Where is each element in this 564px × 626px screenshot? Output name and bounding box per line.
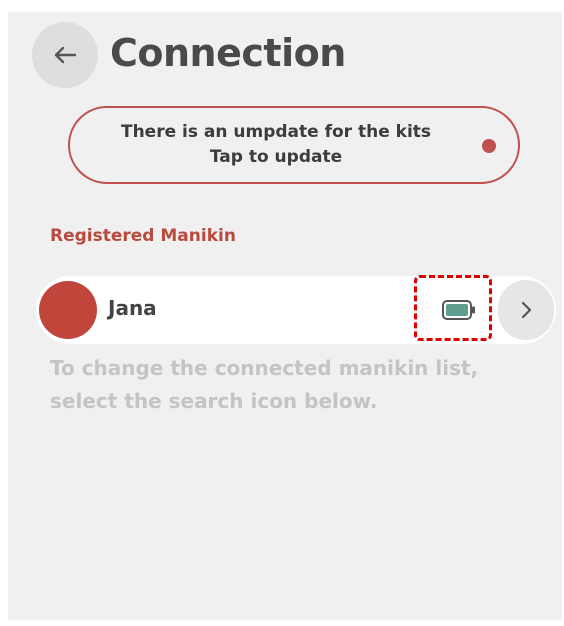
manikin-avatar <box>39 281 97 339</box>
notification-dot-icon <box>482 139 496 153</box>
manikin-name: Jana <box>108 296 157 320</box>
update-banner[interactable]: There is an umpdate for the kits Tap to … <box>68 106 520 184</box>
hint-line2: select the search icon below. <box>50 389 378 413</box>
registered-manikin-label: Registered Manikin <box>50 226 236 246</box>
update-message: There is an umpdate for the kits Tap to … <box>70 120 482 170</box>
back-button[interactable] <box>32 22 98 88</box>
battery-icon <box>442 300 475 320</box>
connection-screen: Connection There is an umpdate for the k… <box>8 12 562 620</box>
hint-text: To change the connected manikin list, se… <box>50 352 478 418</box>
manikin-detail-button[interactable] <box>498 280 554 340</box>
arrow-left-icon <box>54 46 77 64</box>
update-message-line1: There is an umpdate for the kits <box>120 122 432 142</box>
manikin-list-item[interactable]: Jana <box>36 275 556 344</box>
chevron-right-icon <box>521 301 532 319</box>
hint-line1: To change the connected manikin list, <box>50 356 479 380</box>
page-title: Connection <box>110 31 346 75</box>
update-message-line2: Tap to update <box>209 147 343 167</box>
